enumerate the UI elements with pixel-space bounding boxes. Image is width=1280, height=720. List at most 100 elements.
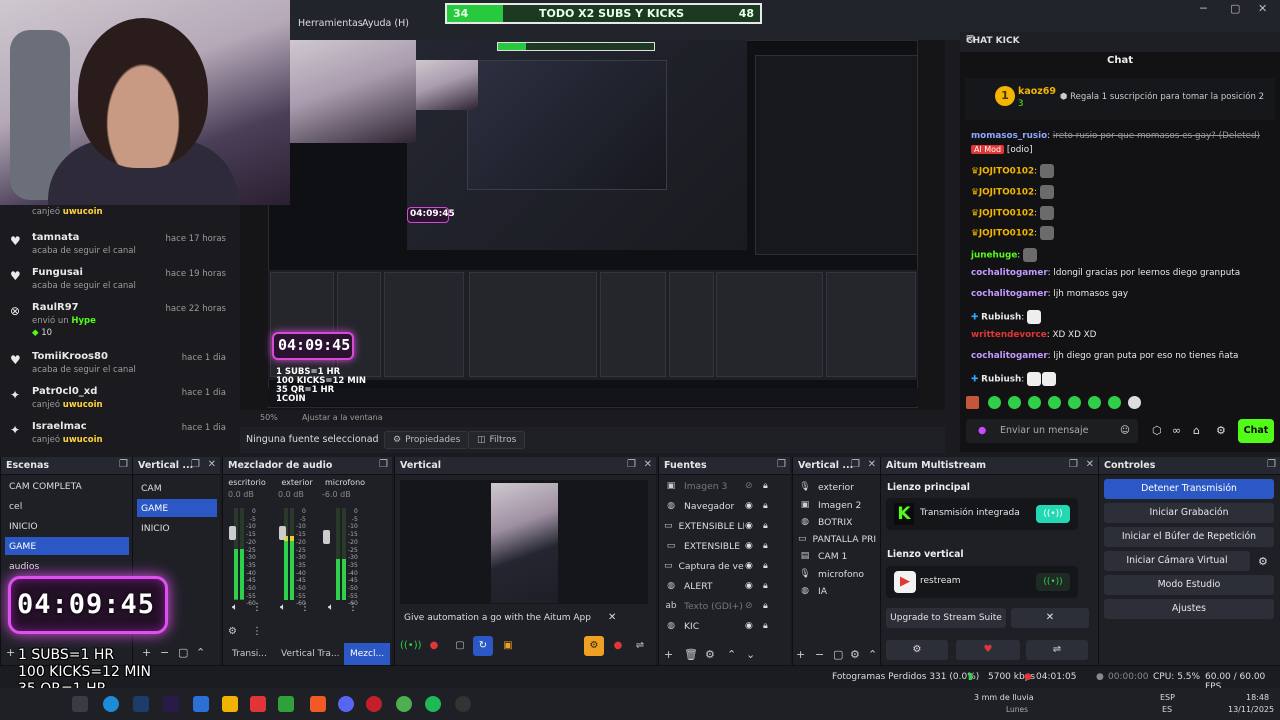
undock-icon[interactable]: ❐ xyxy=(1069,459,1078,470)
studio-mode-button[interactable]: Modo Estudio xyxy=(1104,575,1274,595)
menu-dots-icon[interactable]: ⋮ xyxy=(300,602,310,613)
close-icon[interactable]: ✕ xyxy=(208,459,216,470)
scene-item[interactable]: cel xyxy=(5,497,129,515)
tab-vertical-transitions[interactable]: Vertical Tra... xyxy=(275,643,346,665)
vertical-source-item[interactable]: ▣ Imagen 2 xyxy=(798,496,876,514)
menu-tools[interactable]: Herramientas xyxy=(298,18,363,29)
tab-transitions[interactable]: Transi... xyxy=(226,643,273,665)
menu-icon[interactable]: ⇌ xyxy=(630,636,650,656)
gear-icon[interactable]: ⚙ xyxy=(584,636,604,656)
properties-button[interactable]: ⚙ Propiedades xyxy=(384,431,470,449)
source-item[interactable]: ▭ Captura de ven xyxy=(664,557,744,575)
chevron-down-icon[interactable]: ⌄ xyxy=(746,648,755,661)
scene-item-selected[interactable]: GAME xyxy=(5,537,129,555)
folder-icon[interactable] xyxy=(222,696,238,712)
add-icon[interactable]: + xyxy=(6,646,15,659)
emote[interactable] xyxy=(1128,396,1141,409)
undock-icon[interactable]: ❐ xyxy=(1267,459,1276,470)
close-icon[interactable]: ✕ xyxy=(1258,2,1267,15)
scene-item[interactable]: INICIO xyxy=(5,517,129,535)
add-icon[interactable]: + xyxy=(664,648,673,661)
heart-icon[interactable]: ♥ xyxy=(956,640,1020,660)
trash-icon[interactable]: 🗑︎ xyxy=(684,648,698,661)
record-icon[interactable]: ● xyxy=(424,636,444,656)
maximize-icon[interactable]: ▢ xyxy=(1230,2,1240,15)
source-item[interactable]: ▭ EXTENSIBLE xyxy=(664,537,744,555)
emote[interactable] xyxy=(1088,396,1101,409)
zoom-level[interactable]: 50% xyxy=(260,413,278,422)
lock-icon[interactable]: 🔒︎ xyxy=(763,481,768,491)
volume-slider[interactable] xyxy=(279,526,286,540)
discord-icon[interactable]: ⇌ xyxy=(1026,640,1088,660)
volume-slider[interactable] xyxy=(323,530,330,544)
lock-icon[interactable]: 🔒︎ xyxy=(763,501,768,511)
source-item[interactable]: ◍ KIC xyxy=(664,617,744,635)
record-icon[interactable]: ● xyxy=(608,636,628,656)
lock-icon[interactable]: 🔒︎ xyxy=(763,601,768,611)
settings-button[interactable]: Ajustes xyxy=(1104,599,1274,619)
app-icon[interactable] xyxy=(250,696,266,712)
source-item[interactable]: ▣ Imagen 3 xyxy=(664,477,744,495)
gear-icon[interactable]: ⚙ xyxy=(1258,555,1268,568)
add-icon[interactable]: + xyxy=(796,648,805,661)
eye-icon[interactable]: ◉ xyxy=(745,581,753,591)
vertical-scene-item-selected[interactable]: GAME xyxy=(137,499,217,517)
store-icon[interactable] xyxy=(193,696,209,712)
emote[interactable] xyxy=(966,396,979,409)
menu-help[interactable]: Ayuda (H) xyxy=(362,18,409,29)
remove-icon[interactable]: − xyxy=(815,648,824,661)
vertical-source-item[interactable]: ◍ BOTRIX xyxy=(798,513,876,531)
close-icon[interactable]: ✕ xyxy=(966,35,1274,45)
tab-mixer[interactable]: Mezcl... xyxy=(344,643,391,665)
minimize-icon[interactable]: ─ xyxy=(1200,2,1207,15)
start-recording-button[interactable]: Iniciar Grabación xyxy=(1104,503,1274,523)
stop-stream-button[interactable]: Detener Transmisión xyxy=(1104,479,1274,499)
filters-button[interactable]: ◫ Filtros xyxy=(468,431,526,449)
undock-icon[interactable]: ❐ xyxy=(851,459,860,470)
zoom-fit[interactable]: Ajustar a la ventana xyxy=(302,413,383,422)
share-icon[interactable]: ⬡ xyxy=(1152,424,1162,437)
premiere-icon[interactable] xyxy=(163,696,179,712)
source-item[interactable]: ab Texto (GDI+) xyxy=(664,597,744,615)
replay-buffer-button[interactable]: Iniciar el Búfer de Repetición xyxy=(1104,527,1274,547)
app-icon[interactable] xyxy=(366,696,382,712)
close-icon[interactable]: ✕ xyxy=(868,459,876,470)
chrome-icon[interactable] xyxy=(396,696,412,712)
menu-dots-icon[interactable]: ⋮ xyxy=(252,602,262,613)
speaker-icon[interactable]: 🔈︎ xyxy=(232,602,238,613)
virtual-camera-button[interactable]: Iniciar Cámara Virtual xyxy=(1104,551,1250,571)
emote[interactable] xyxy=(1048,396,1061,409)
gear-icon[interactable]: ⚙ xyxy=(886,640,948,660)
vertical-source-item[interactable]: ▭ PANTALLA PRIN xyxy=(798,530,876,548)
filter-icon[interactable]: ▢ xyxy=(178,646,188,659)
emote[interactable] xyxy=(1108,396,1121,409)
replay-icon[interactable]: ↻ xyxy=(473,636,493,656)
backtrack-icon[interactable]: ▣ xyxy=(498,636,518,656)
eye-hidden-icon[interactable]: ⊘ xyxy=(745,601,753,611)
search-icon[interactable] xyxy=(72,696,88,712)
stream-toggle[interactable]: ((•)) xyxy=(1036,505,1070,523)
gear-icon[interactable]: ⚙ xyxy=(1216,424,1226,437)
upgrade-button[interactable]: Upgrade to Stream Suite xyxy=(886,608,1006,628)
eye-icon[interactable]: ◉ xyxy=(745,561,753,571)
mic-icon[interactable]: ● xyxy=(978,425,986,436)
scene-item[interactable]: CAM COMPLETA xyxy=(5,477,129,495)
undock-icon[interactable]: ❐ xyxy=(777,459,786,470)
emoji-icon[interactable]: ☺ xyxy=(1120,425,1130,436)
lock-icon[interactable]: 🔒︎ xyxy=(763,541,768,551)
chevron-up-icon[interactable]: ⌃ xyxy=(727,648,736,661)
emote[interactable] xyxy=(1008,396,1021,409)
vertical-source-item[interactable]: 🎙︎ microfono xyxy=(798,565,876,583)
spotify-icon[interactable] xyxy=(425,696,441,712)
stop-icon[interactable]: ▢ xyxy=(450,636,470,656)
vertical-source-item[interactable]: ▤ CAM 1 xyxy=(798,547,876,565)
photoshop-icon[interactable] xyxy=(133,696,149,712)
close-icon[interactable]: ✕ xyxy=(608,612,616,623)
emote[interactable] xyxy=(1068,396,1081,409)
gear-icon[interactable]: ⚙ xyxy=(705,648,715,661)
vertical-source-item[interactable]: ◍ IA xyxy=(798,582,876,600)
add-icon[interactable]: + xyxy=(142,646,151,659)
undock-icon[interactable]: ❐ xyxy=(119,459,128,470)
gear-icon[interactable]: ⚙ xyxy=(850,648,860,661)
vertical-scene-item[interactable]: INICIO xyxy=(137,519,217,537)
